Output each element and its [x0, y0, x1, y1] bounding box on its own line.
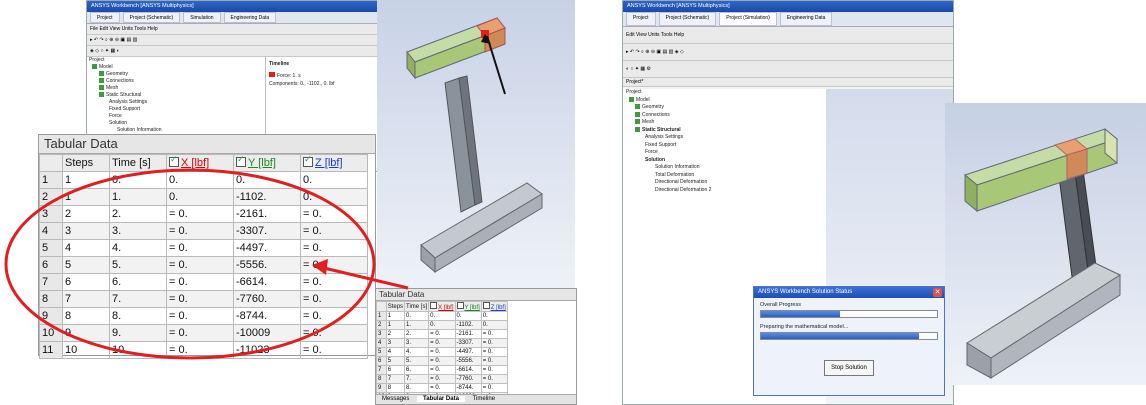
tree-item-solution[interactable]: Solution: [623, 157, 826, 165]
connections-icon: [635, 112, 640, 117]
stop-solution-button[interactable]: Stop Solution: [824, 360, 874, 376]
overall-progress-bar: [760, 310, 938, 318]
tree-item-analysis-settings[interactable]: Analysis Settings: [623, 134, 826, 142]
tree-item-geometry[interactable]: Geometry: [623, 104, 826, 112]
window-title: ANSYS Workbench [ANSYS Multiphysics]: [623, 1, 953, 12]
annotation-overlay: [0, 0, 600, 403]
bracket-model-3: [945, 103, 1146, 385]
overall-progress-fill: [761, 311, 840, 317]
toolbar-2[interactable]: ◐ ○ ✦ ▦ ⚙: [623, 61, 953, 78]
project-tabs: Project Project (Schematic) Project (Sim…: [623, 12, 953, 27]
overall-progress-label: Overall Progress: [754, 302, 944, 308]
tree-item-fixed-support[interactable]: Fixed Support: [623, 142, 826, 150]
tree-item-force[interactable]: Force: [623, 149, 826, 157]
solution-status-dialog: ANSYS Workbench Solution Status ✕ Overal…: [753, 286, 945, 396]
toolbar[interactable]: ▸ ↶ ↷ ⌕ ⊕ ⊖ ▣ ▤ ▥ ◈ ◇: [623, 44, 953, 61]
step-progress-bar: [760, 332, 938, 340]
tree-item-total-deformation[interactable]: Total Deformation: [623, 172, 826, 180]
model-icon: [629, 97, 634, 102]
tree-item-directional-deformation[interactable]: Directional Deformation: [623, 179, 826, 187]
geometry-icon: [635, 104, 640, 109]
tab-engineering-data[interactable]: Engineering Data: [780, 12, 833, 26]
tree-item-directional-deformation-2[interactable]: Directional Deformation 2: [623, 187, 826, 195]
tree-item-project[interactable]: Project: [623, 89, 826, 97]
arrowhead-icon: [312, 259, 328, 275]
tree-item-solution-information[interactable]: Solution Information: [623, 164, 826, 172]
tree-item-model[interactable]: Model: [623, 97, 826, 105]
dialog-title: ANSYS Workbench Solution Status: [754, 287, 944, 298]
menu-bar[interactable]: Edit View Units Tools Help: [623, 27, 953, 44]
tree-item-mesh[interactable]: Mesh: [623, 119, 826, 127]
annotation-arrow: [324, 268, 408, 288]
static-structural-icon: [635, 127, 640, 132]
tree-item-static-structural[interactable]: Static Structural: [623, 127, 826, 135]
right-workbench-window: ANSYS Workbench [ANSYS Multiphysics] Pro…: [622, 0, 954, 405]
model-viewport-3[interactable]: [945, 103, 1146, 385]
mesh-icon: [635, 119, 640, 124]
tree-item-connections[interactable]: Connections: [623, 112, 826, 120]
step-progress-fill: [761, 333, 919, 339]
tab-project[interactable]: Project: [626, 12, 656, 26]
close-icon[interactable]: ✕: [933, 288, 942, 297]
tab-schematic[interactable]: Project (Schematic): [659, 12, 717, 26]
tab-simulation[interactable]: Project (Simulation): [719, 12, 777, 26]
project-label: Project*: [623, 78, 953, 87]
step-progress-label: Preparing the mathematical model...: [754, 324, 944, 330]
